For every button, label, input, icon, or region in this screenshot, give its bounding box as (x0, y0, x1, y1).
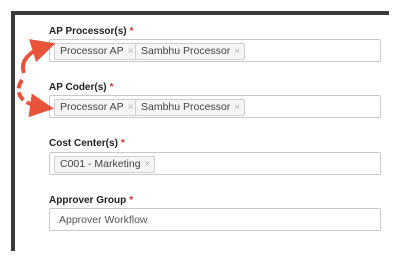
tag-remove-icon[interactable]: × (234, 102, 240, 113)
ap-processors-label: AP Processor(s) * (49, 26, 134, 37)
tag-remove-icon[interactable]: × (145, 159, 151, 170)
approver-group-label: Approver Group * (49, 195, 134, 206)
ap-processors-input[interactable]: Processor AP × Sambhu Processor × (49, 39, 381, 62)
tag-processor-ap: Processor AP × (54, 99, 139, 116)
tag-remove-icon[interactable]: × (128, 46, 134, 57)
tag-c001-marketing: C001 - Marketing × (54, 156, 156, 173)
cost-centers-input[interactable]: C001 - Marketing × (49, 152, 381, 175)
tag-sambhu-processor: Sambhu Processor × (135, 99, 246, 116)
approver-group-input[interactable]: Approver Workflow (49, 208, 381, 231)
ap-coders-label: AP Coder(s) * (49, 82, 114, 93)
cost-centers-label: Cost Center(s) * (49, 138, 125, 149)
tag-sambhu-processor: Sambhu Processor × (135, 43, 246, 60)
tag-remove-icon[interactable]: × (128, 102, 134, 113)
ap-coders-input[interactable]: Processor AP × Sambhu Processor × (49, 95, 381, 118)
tag-remove-icon[interactable]: × (234, 46, 240, 57)
tag-processor-ap: Processor AP × (54, 43, 139, 60)
approver-group-value: Approver Workflow (59, 214, 148, 226)
